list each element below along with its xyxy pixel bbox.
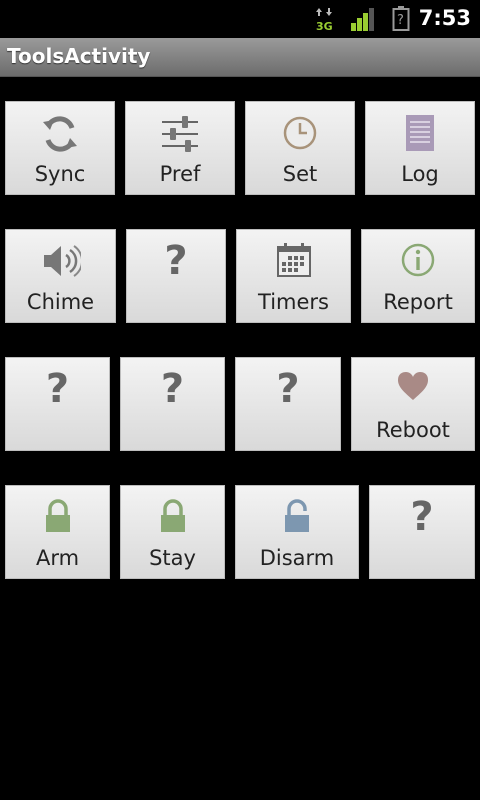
sync-icon [41, 114, 79, 158]
chime-label: Chime [26, 290, 95, 314]
speaker-icon [41, 242, 83, 284]
document-icon [405, 114, 435, 156]
status-bar: 3G ? 7:53 [0, 0, 480, 38]
sync-button[interactable]: Sync [5, 101, 115, 195]
arm-button[interactable]: Arm [5, 485, 110, 579]
unknown-button[interactable]: ? [235, 357, 341, 451]
network-type-label: 3G [316, 20, 333, 32]
page-title: ToolsActivity [7, 44, 151, 68]
unknown-button[interactable]: ? [369, 485, 475, 579]
pref-label: Pref [159, 162, 201, 186]
sync-label: Sync [34, 162, 86, 186]
stay-label: Stay [149, 546, 196, 570]
set-button[interactable]: Set [245, 101, 355, 195]
question-icon: ? [164, 238, 188, 284]
lock-closed-icon [43, 498, 73, 538]
lock-closed-icon [158, 498, 188, 538]
sliders-icon [160, 114, 200, 158]
report-button[interactable]: Report [361, 229, 475, 323]
unknown-button[interactable]: ? [126, 229, 226, 323]
battery-icon: ? [392, 6, 410, 36]
info-icon [400, 242, 436, 282]
set-label: Set [282, 162, 318, 186]
title-bar: ToolsActivity [0, 38, 480, 77]
unknown-button[interactable]: ? [120, 357, 225, 451]
stay-button[interactable]: Stay [120, 485, 225, 579]
report-label: Report [383, 290, 453, 314]
heart-icon [396, 370, 430, 406]
clock-time: 7:53 [418, 6, 471, 30]
disarm-button[interactable]: Disarm [235, 485, 359, 579]
chime-button[interactable]: Chime [5, 229, 116, 323]
log-button[interactable]: Log [365, 101, 475, 195]
signal-strength-icon [350, 8, 376, 36]
question-icon: ? [410, 494, 434, 540]
network-3g-icon: 3G [314, 6, 336, 36]
question-icon: ? [160, 366, 185, 412]
question-icon: ? [276, 366, 300, 412]
arm-label: Arm [35, 546, 80, 570]
battery-unknown-glyph: ? [397, 13, 404, 28]
reboot-button[interactable]: Reboot [351, 357, 475, 451]
disarm-label: Disarm [259, 546, 335, 570]
question-icon: ? [45, 366, 70, 412]
clock-icon [281, 114, 319, 156]
lock-open-icon [282, 498, 312, 538]
log-label: Log [401, 162, 439, 186]
unknown-button[interactable]: ? [5, 357, 110, 451]
reboot-label: Reboot [376, 418, 450, 442]
pref-button[interactable]: Pref [125, 101, 235, 195]
timers-button[interactable]: Timers [236, 229, 351, 323]
calendar-icon [276, 242, 312, 282]
timers-label: Timers [258, 290, 329, 314]
